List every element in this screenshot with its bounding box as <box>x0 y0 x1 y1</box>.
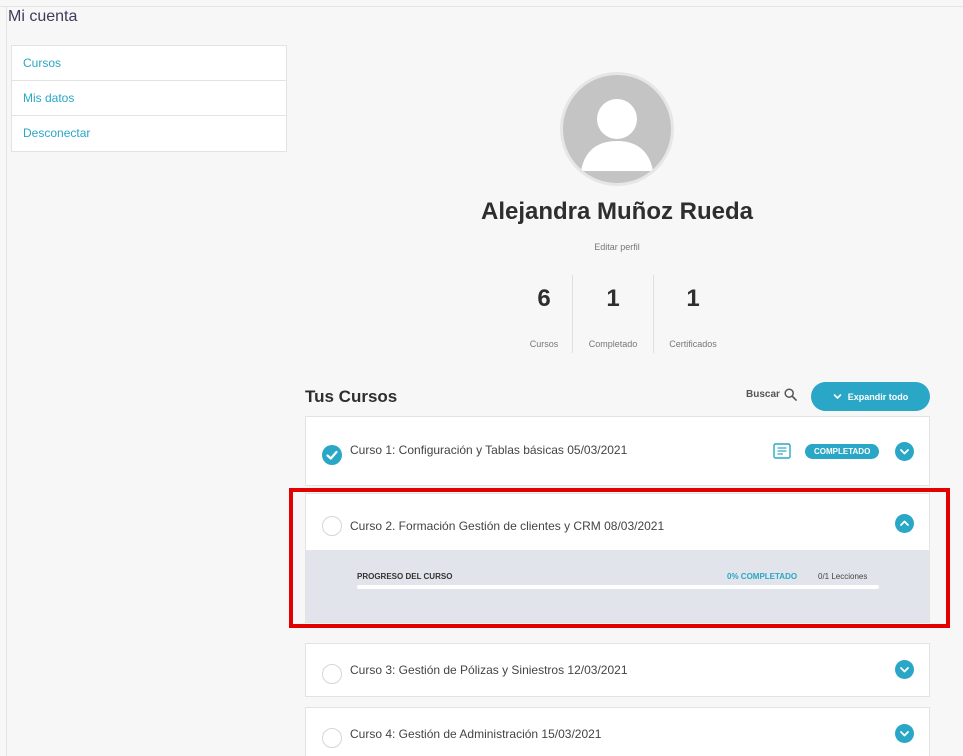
search-label: Buscar <box>746 389 780 400</box>
stat-value: 6 <box>537 285 551 312</box>
course-toggle-button[interactable] <box>895 514 914 533</box>
top-divider <box>0 6 963 7</box>
course-item-expanded[interactable]: Curso 2. Formación Gestión de clientes y… <box>305 493 930 623</box>
stat-value: 1 <box>686 285 700 312</box>
stat-divider <box>653 275 654 353</box>
chevron-down-icon <box>900 667 909 673</box>
completed-badge: COMPLETADO <box>805 444 880 459</box>
progress-lessons: 0/1 Lecciones <box>818 572 868 581</box>
sidebar-item-desconectar[interactable]: Desconectar <box>12 116 286 151</box>
course-item[interactable]: Curso 1: Configuración y Tablas básicas … <box>305 416 930 486</box>
user-name: Alejandra Muñoz Rueda <box>480 198 754 225</box>
stat-certificados: 1 Certificados <box>655 275 731 355</box>
expand-all-button[interactable]: Expandir todo <box>811 382 930 411</box>
progress-bar <box>357 585 879 589</box>
page-title: Mi cuenta <box>8 8 78 25</box>
stat-label: Certificados <box>669 339 717 349</box>
course-item[interactable]: Curso 3: Gestión de Pólizas y Siniestros… <box>305 643 930 697</box>
search-icon <box>784 388 797 401</box>
avatar <box>560 72 674 186</box>
left-divider <box>6 6 7 756</box>
course-progress-panel: PROGRESO DEL CURSO 0% COMPLETADO 0/1 Lec… <box>306 544 929 622</box>
course-toggle-button[interactable] <box>895 724 914 743</box>
course-item[interactable]: Curso 4: Gestión de Administración 15/03… <box>305 707 930 756</box>
completed-check-icon <box>322 445 342 465</box>
panel-notch <box>356 544 368 550</box>
chevron-down-icon <box>900 449 909 455</box>
incomplete-circle-icon <box>322 664 342 684</box>
course-title: Curso 3: Gestión de Pólizas y Siniestros… <box>350 663 628 677</box>
edit-profile-link[interactable]: Editar perfil <box>560 242 674 252</box>
stat-value: 1 <box>606 285 620 312</box>
incomplete-circle-icon <box>322 728 342 748</box>
chevron-down-icon <box>900 731 909 737</box>
course-title: Curso 2. Formación Gestión de clientes y… <box>350 519 665 533</box>
sidebar-item-cursos[interactable]: Cursos <box>12 46 286 81</box>
chevron-up-icon <box>900 520 909 526</box>
user-avatar-icon <box>581 99 653 171</box>
course-toggle-button[interactable] <box>895 660 914 679</box>
search-control[interactable]: Buscar <box>746 388 797 401</box>
course-title: Curso 4: Gestión de Administración 15/03… <box>350 727 602 741</box>
stat-cursos: 6 Cursos <box>517 275 571 355</box>
progress-percent: 0% COMPLETADO <box>727 572 798 581</box>
account-sidebar: Cursos Mis datos Desconectar <box>11 45 287 152</box>
course-toggle-button[interactable] <box>895 442 914 461</box>
stat-label: Completado <box>588 339 638 349</box>
stat-completado: 1 Completado <box>574 275 652 355</box>
course-title: Curso 1: Configuración y Tablas básicas … <box>350 443 628 457</box>
stat-label: Cursos <box>529 339 559 349</box>
progress-label: PROGRESO DEL CURSO <box>357 572 453 581</box>
expand-all-label: Expandir todo <box>847 391 909 402</box>
courses-title: Tus Cursos <box>305 387 398 406</box>
certificate-icon[interactable] <box>773 443 791 459</box>
sidebar-item-mis-datos[interactable]: Mis datos <box>12 81 286 116</box>
stat-divider <box>572 275 573 353</box>
chevron-down-icon <box>833 394 842 399</box>
incomplete-circle-icon <box>322 516 342 536</box>
profile-stats: 6 Cursos 1 Completado 1 Certificados <box>0 275 963 355</box>
